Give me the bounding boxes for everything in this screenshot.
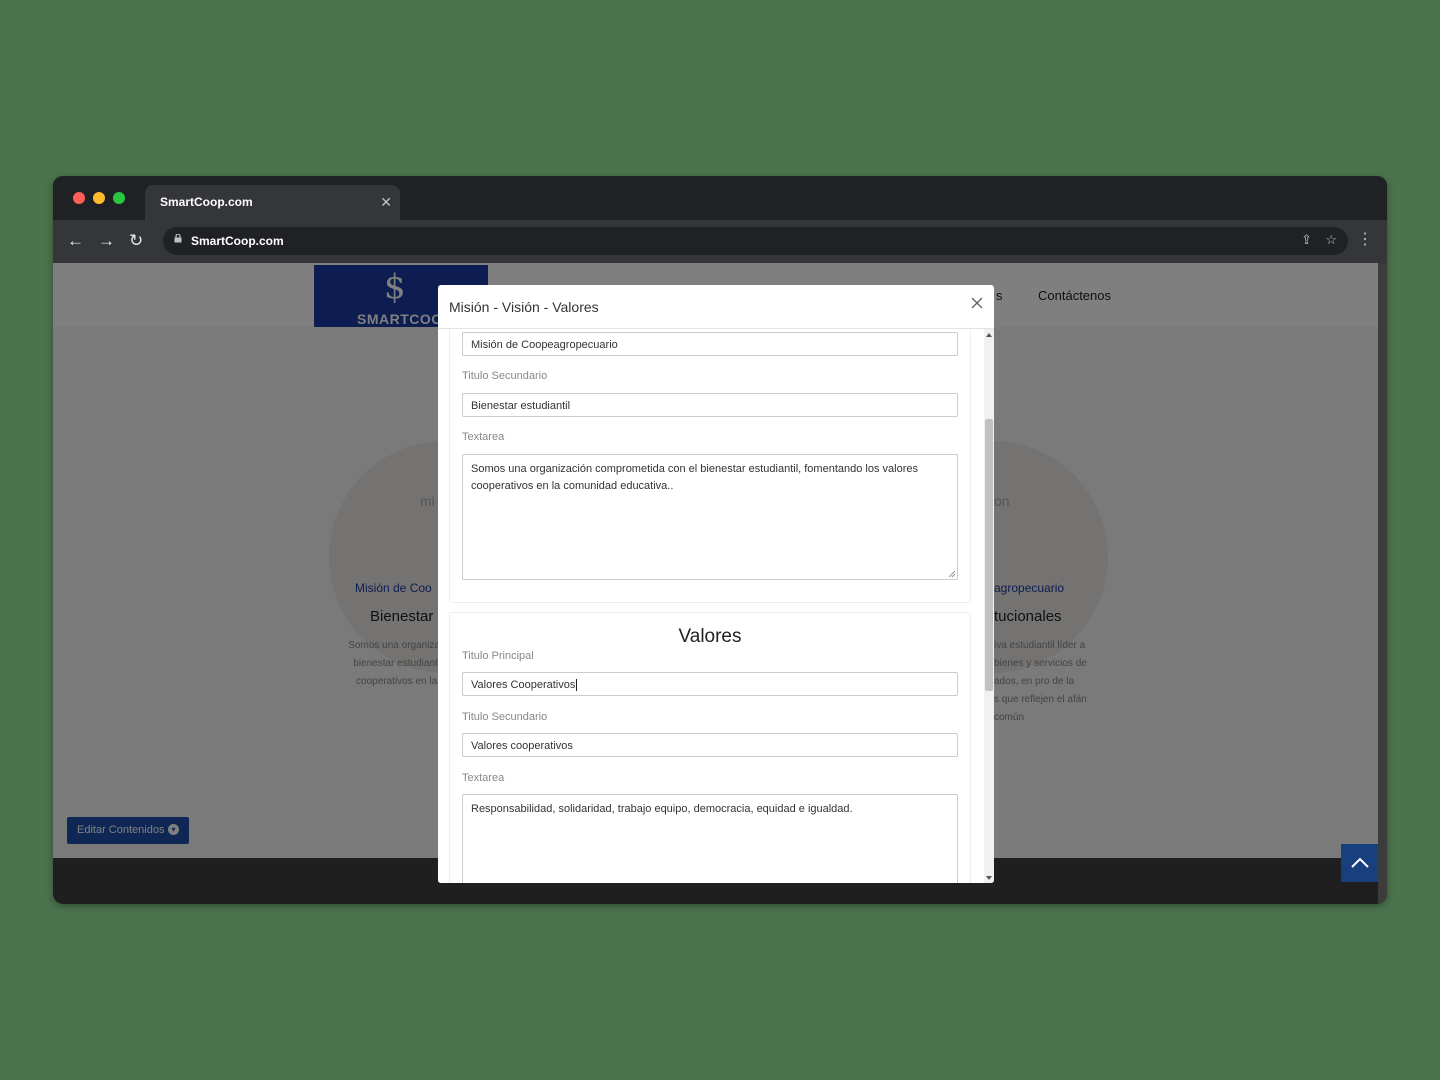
valores-section: Valores Titulo Principal Valores Coopera… xyxy=(449,612,971,883)
modal-scrollbar[interactable] xyxy=(984,329,994,883)
minimize-window-button[interactable] xyxy=(93,192,105,204)
mision-textarea[interactable]: Somos una organización comprometida con … xyxy=(462,454,958,580)
back-to-top-button[interactable] xyxy=(1341,844,1378,882)
valores-heading: Valores xyxy=(678,626,742,647)
browser-tab[interactable]: SmartCoop.com ✕ xyxy=(145,185,400,220)
valores-titulo-principal-input[interactable]: Valores Cooperativos xyxy=(462,672,958,696)
maximize-window-button[interactable] xyxy=(113,192,125,204)
tab-close-icon[interactable]: ✕ xyxy=(380,194,392,211)
valores-titulo-principal-value: Valores Cooperativos xyxy=(471,679,576,691)
mision-textarea-label: Textarea xyxy=(462,431,505,443)
valores-titulo-secundario-input[interactable]: Valores cooperativos xyxy=(462,733,958,757)
modal-scrollbar-thumb[interactable] xyxy=(985,419,993,691)
mision-titulo-secundario-label: Titulo Secundario xyxy=(462,370,548,382)
page-scrollbar[interactable] xyxy=(1378,263,1387,904)
edit-modal: Misión - Visión - Valores Misión de Coop… xyxy=(438,285,994,883)
chevron-up-icon xyxy=(1351,857,1369,868)
reload-icon[interactable]: ↻ xyxy=(129,231,143,251)
url-text: SmartCoop.com xyxy=(191,234,284,248)
text-caret xyxy=(576,679,578,692)
modal-header: Misión - Visión - Valores xyxy=(438,285,994,329)
lock-icon xyxy=(174,234,182,243)
valores-titulo-principal-label: Titulo Principal xyxy=(462,650,534,662)
mision-titulo-secundario-input[interactable]: Bienestar estudiantil xyxy=(462,393,958,417)
mision-section: Misión de Coopeagropecuario Titulo Secun… xyxy=(449,329,971,603)
valores-textarea[interactable]: Responsabilidad, solidaridad, trabajo eq… xyxy=(462,794,958,883)
browser-toolbar: ← → ↻ SmartCoop.com ⇪ ☆ ⋮ xyxy=(53,220,1387,263)
resize-grip-icon[interactable] xyxy=(949,571,955,577)
browser-menu-icon[interactable]: ⋮ xyxy=(1357,230,1373,250)
bookmark-star-icon[interactable]: ☆ xyxy=(1325,232,1337,248)
share-icon[interactable]: ⇪ xyxy=(1301,232,1312,248)
valores-textarea-label: Textarea xyxy=(462,772,505,784)
back-arrow-icon[interactable]: ← xyxy=(67,231,84,251)
valores-titulo-secundario-label: Titulo Secundario xyxy=(462,711,548,723)
close-icon[interactable] xyxy=(969,295,985,311)
mision-titulo-principal-input[interactable]: Misión de Coopeagropecuario xyxy=(462,332,958,356)
scroll-down-arrow-icon[interactable] xyxy=(986,876,992,880)
modal-title: Misión - Visión - Valores xyxy=(449,299,599,315)
scroll-up-arrow-icon[interactable] xyxy=(986,333,992,337)
forward-arrow-icon[interactable]: → xyxy=(98,231,115,251)
mision-textarea-text: Somos una organización comprometida con … xyxy=(471,463,918,492)
close-window-button[interactable] xyxy=(73,192,85,204)
modal-body: Misión de Coopeagropecuario Titulo Secun… xyxy=(438,329,984,883)
address-bar[interactable]: SmartCoop.com ⇪ ☆ xyxy=(163,227,1348,255)
tab-title: SmartCoop.com xyxy=(160,195,253,209)
tab-strip: SmartCoop.com ✕ xyxy=(53,176,1387,220)
